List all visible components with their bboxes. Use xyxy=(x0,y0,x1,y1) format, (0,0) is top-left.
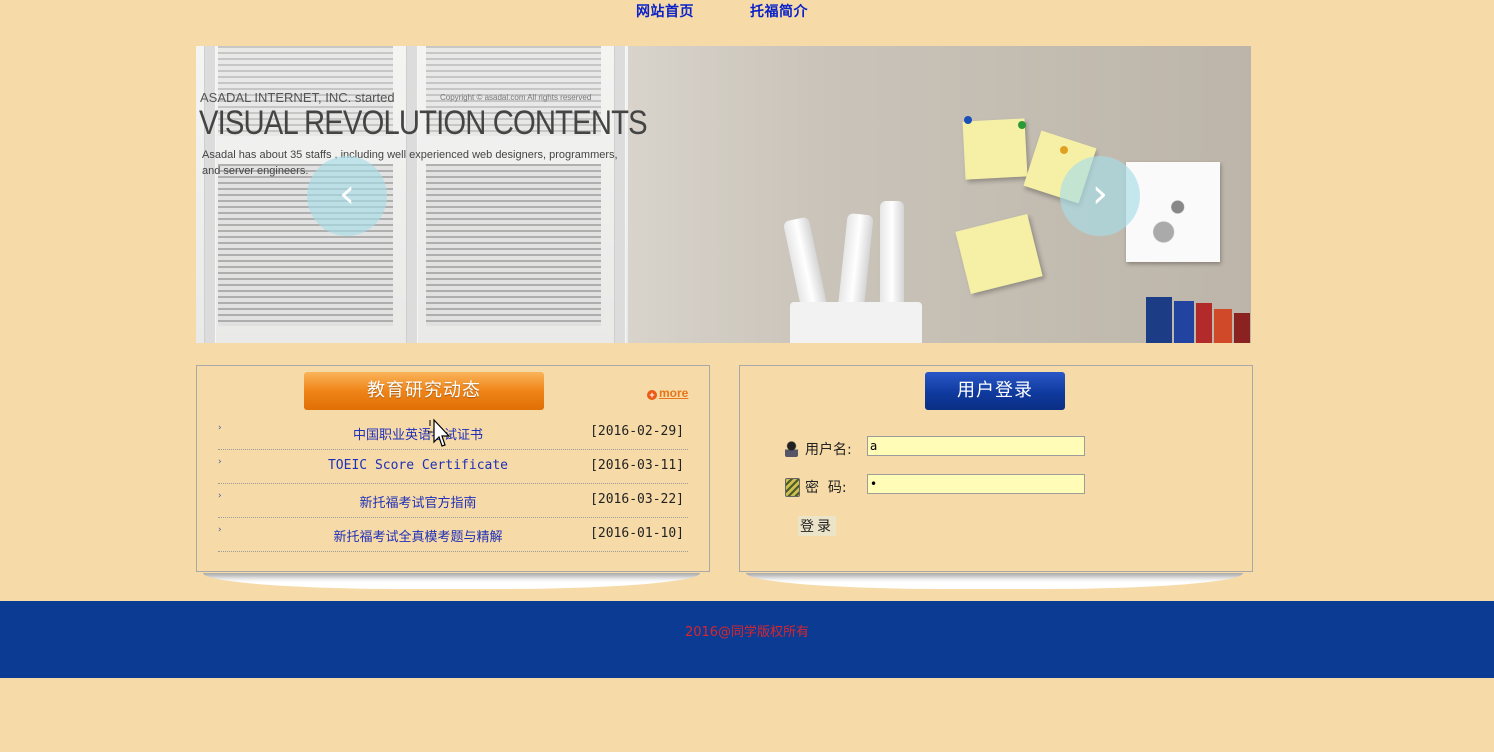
login-button[interactable]: 登录 xyxy=(798,516,836,536)
sticky-note xyxy=(955,213,1043,295)
news-list: › 中国职业英语考试证书 [2016-02-29] › TOEIC Score … xyxy=(218,416,688,552)
user-icon xyxy=(785,440,798,457)
nav-link-home[interactable]: 网站首页 xyxy=(636,1,694,21)
news-panel-title: 教育研究动态 xyxy=(304,372,544,410)
plus-icon: + xyxy=(647,390,657,400)
login-panel-title: 用户登录 xyxy=(925,372,1065,410)
password-label: 密 码: xyxy=(805,480,847,496)
list-item: › 中国职业英语考试证书 [2016-02-29] xyxy=(218,416,688,450)
footer-copyright: 2016@同学版权所有 xyxy=(684,625,810,640)
news-item-date: [2016-03-22] xyxy=(590,492,684,507)
pin-icon xyxy=(1060,146,1068,154)
news-item-link[interactable]: 新托福考试官方指南 xyxy=(218,492,618,511)
panel-shadow xyxy=(203,573,700,589)
book xyxy=(1174,301,1194,343)
pen-cup xyxy=(790,302,922,343)
chevron-right-icon[interactable]: › xyxy=(1060,156,1140,236)
password-input[interactable] xyxy=(867,474,1085,494)
banner-slideshow: ASADAL INTERNET, INC. started Copyright … xyxy=(196,46,1251,343)
book xyxy=(1196,303,1212,343)
username-label: 用户名: xyxy=(805,442,852,458)
pin-icon xyxy=(1018,121,1026,129)
sticky-note xyxy=(962,118,1028,180)
list-item: › 新托福考试官方指南 [2016-03-22] xyxy=(218,484,688,518)
book xyxy=(1146,297,1172,343)
chevron-left-icon[interactable]: ‹ xyxy=(307,156,387,236)
banner-description: Asadal has about 35 staffs , including w… xyxy=(202,149,618,177)
panel-shadow xyxy=(746,573,1243,589)
banner-copyright: Copyright © asadal.com All rights reserv… xyxy=(440,93,592,102)
footer: 2016@同学版权所有 xyxy=(0,601,1494,678)
news-item-link[interactable]: 新托福考试全真模考题与精解 xyxy=(218,526,618,545)
book xyxy=(1214,309,1232,343)
list-item: › 新托福考试全真模考题与精解 [2016-01-10] xyxy=(218,518,688,552)
news-item-link[interactable]: 中国职业英语考试证书 xyxy=(218,424,618,443)
top-nav: 网站首页 托福简介 xyxy=(0,0,1494,22)
news-item-date: [2016-03-11] xyxy=(590,458,684,473)
more-label: more xyxy=(659,386,689,400)
more-link[interactable]: + more xyxy=(647,386,688,400)
news-item-date: [2016-01-10] xyxy=(590,526,684,541)
book xyxy=(1234,313,1250,343)
sketch-drawing xyxy=(1126,162,1220,262)
news-item-link[interactable]: TOEIC Score Certificate xyxy=(218,458,618,473)
lock-icon xyxy=(785,478,800,497)
username-input[interactable] xyxy=(867,436,1085,456)
banner-title: VISUAL REVOLUTION CONTENTS xyxy=(199,104,648,142)
news-panel: 教育研究动态 + more › 中国职业英语考试证书 [2016-02-29] ›… xyxy=(196,365,710,572)
banner-subtitle: ASADAL INTERNET, INC. started xyxy=(200,90,395,105)
login-panel: 用户登录 用户名: 密 码: 登录 xyxy=(739,365,1253,572)
pin-icon xyxy=(964,116,972,124)
list-item: › TOEIC Score Certificate [2016-03-11] xyxy=(218,450,688,484)
nav-link-toefl-intro[interactable]: 托福简介 xyxy=(750,1,808,21)
mouse-cursor-icon xyxy=(428,418,450,447)
news-item-date: [2016-02-29] xyxy=(590,424,684,439)
